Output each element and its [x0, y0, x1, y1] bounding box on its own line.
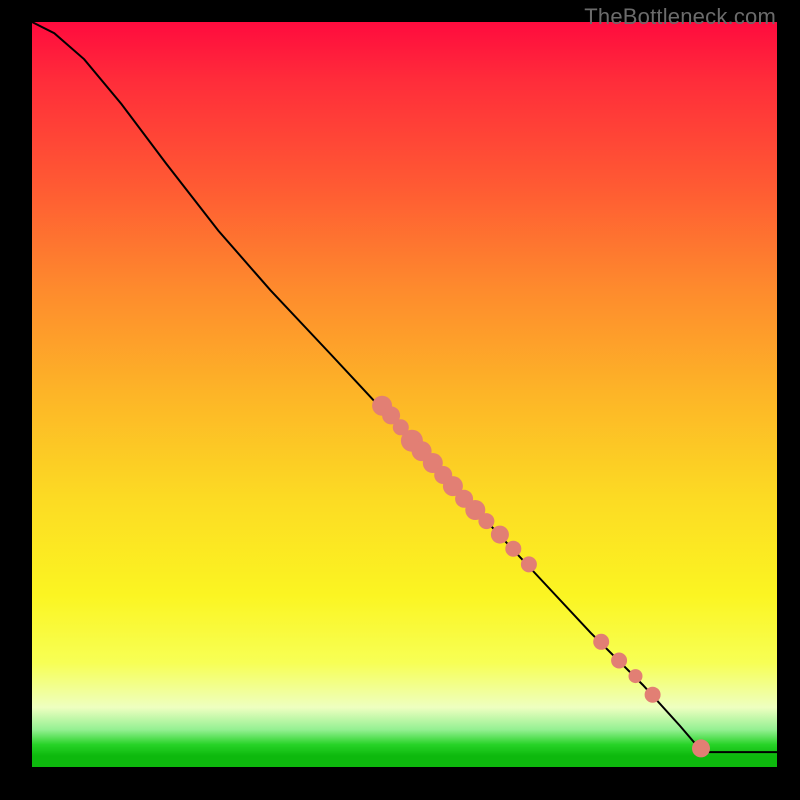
data-point — [692, 739, 710, 757]
data-point — [611, 653, 627, 669]
data-point — [521, 556, 537, 572]
data-point — [491, 526, 509, 544]
watermark-text: TheBottleneck.com — [584, 4, 776, 30]
data-point — [478, 513, 494, 529]
plot-area — [32, 22, 777, 767]
data-point — [629, 669, 643, 683]
data-point — [593, 634, 609, 650]
chart-svg — [32, 22, 777, 767]
data-point — [645, 687, 661, 703]
curve-line — [32, 22, 777, 752]
data-point — [505, 541, 521, 557]
chart-frame: TheBottleneck.com — [0, 0, 800, 800]
